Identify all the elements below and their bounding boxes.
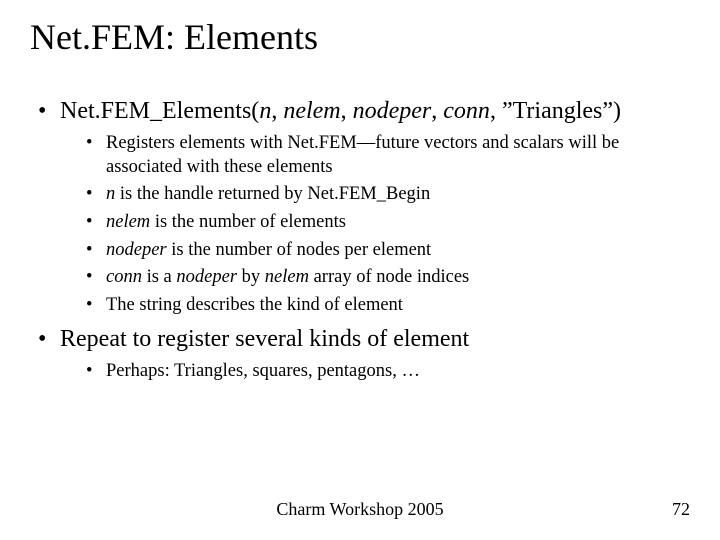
sub-text: The string describes the kind of element	[106, 295, 403, 315]
bullet-list-level2: Perhaps: Triangles, squares, pentagons, …	[60, 360, 680, 384]
sub-text: is the handle returned by Net.FEM_Begin	[115, 184, 430, 204]
fn-comma: ,	[271, 98, 283, 124]
fn-arg-n: n	[259, 98, 271, 124]
fn-suffix: , ”Triangles”)	[490, 98, 621, 124]
slide-body: Net.FEM_Elements(n, nelem, nodeper, conn…	[38, 96, 680, 389]
fn-arg-nodeper: nodeper	[353, 98, 432, 124]
footer-page-number: 72	[672, 499, 690, 520]
footer-center: Charm Workshop 2005	[0, 499, 720, 520]
sub-text: array of node indices	[309, 267, 469, 287]
var-nodeper: nodeper	[106, 240, 167, 260]
fn-arg-conn: conn	[443, 98, 490, 124]
fn-prefix: Net.FEM_Elements(	[60, 98, 259, 124]
sub-text: is the number of nodes per element	[167, 240, 432, 260]
bullet-function-signature: Net.FEM_Elements(n, nelem, nodeper, conn…	[38, 96, 680, 318]
bullet-list-level2: Registers elements with Net.FEM—future v…	[60, 132, 680, 318]
var-nelem: nelem	[265, 267, 309, 287]
sub-bullet: nodeper is the number of nodes per eleme…	[86, 239, 680, 263]
fn-arg-nelem: nelem	[283, 98, 340, 124]
sub-text: is a	[142, 267, 176, 287]
sub-text: by	[237, 267, 265, 287]
var-n: n	[106, 184, 115, 204]
sub-bullet: n is the handle returned by Net.FEM_Begi…	[86, 183, 680, 207]
sub-text: Perhaps: Triangles, squares, pentagons, …	[106, 361, 420, 381]
sub-bullet: nelem is the number of elements	[86, 211, 680, 235]
sub-bullet: Perhaps: Triangles, squares, pentagons, …	[86, 360, 680, 384]
bullet-text: Repeat to register several kinds of elem…	[60, 326, 469, 352]
slide: Net.FEM: Elements Net.FEM_Elements(n, ne…	[0, 0, 720, 540]
fn-comma: ,	[341, 98, 353, 124]
bullet-list-level1: Net.FEM_Elements(n, nelem, nodeper, conn…	[38, 96, 680, 383]
var-nelem: nelem	[106, 212, 150, 232]
sub-bullet: Registers elements with Net.FEM—future v…	[86, 132, 680, 179]
sub-bullet: conn is a nodeper by nelem array of node…	[86, 266, 680, 290]
var-nodeper: nodeper	[176, 267, 237, 287]
sub-text: Registers elements with Net.FEM—future v…	[106, 133, 619, 177]
sub-text: is the number of elements	[150, 212, 346, 232]
slide-title: Net.FEM: Elements	[30, 18, 318, 58]
fn-comma: ,	[431, 98, 443, 124]
bullet-repeat: Repeat to register several kinds of elem…	[38, 324, 680, 384]
sub-bullet: The string describes the kind of element	[86, 294, 680, 318]
var-conn: conn	[106, 267, 142, 287]
